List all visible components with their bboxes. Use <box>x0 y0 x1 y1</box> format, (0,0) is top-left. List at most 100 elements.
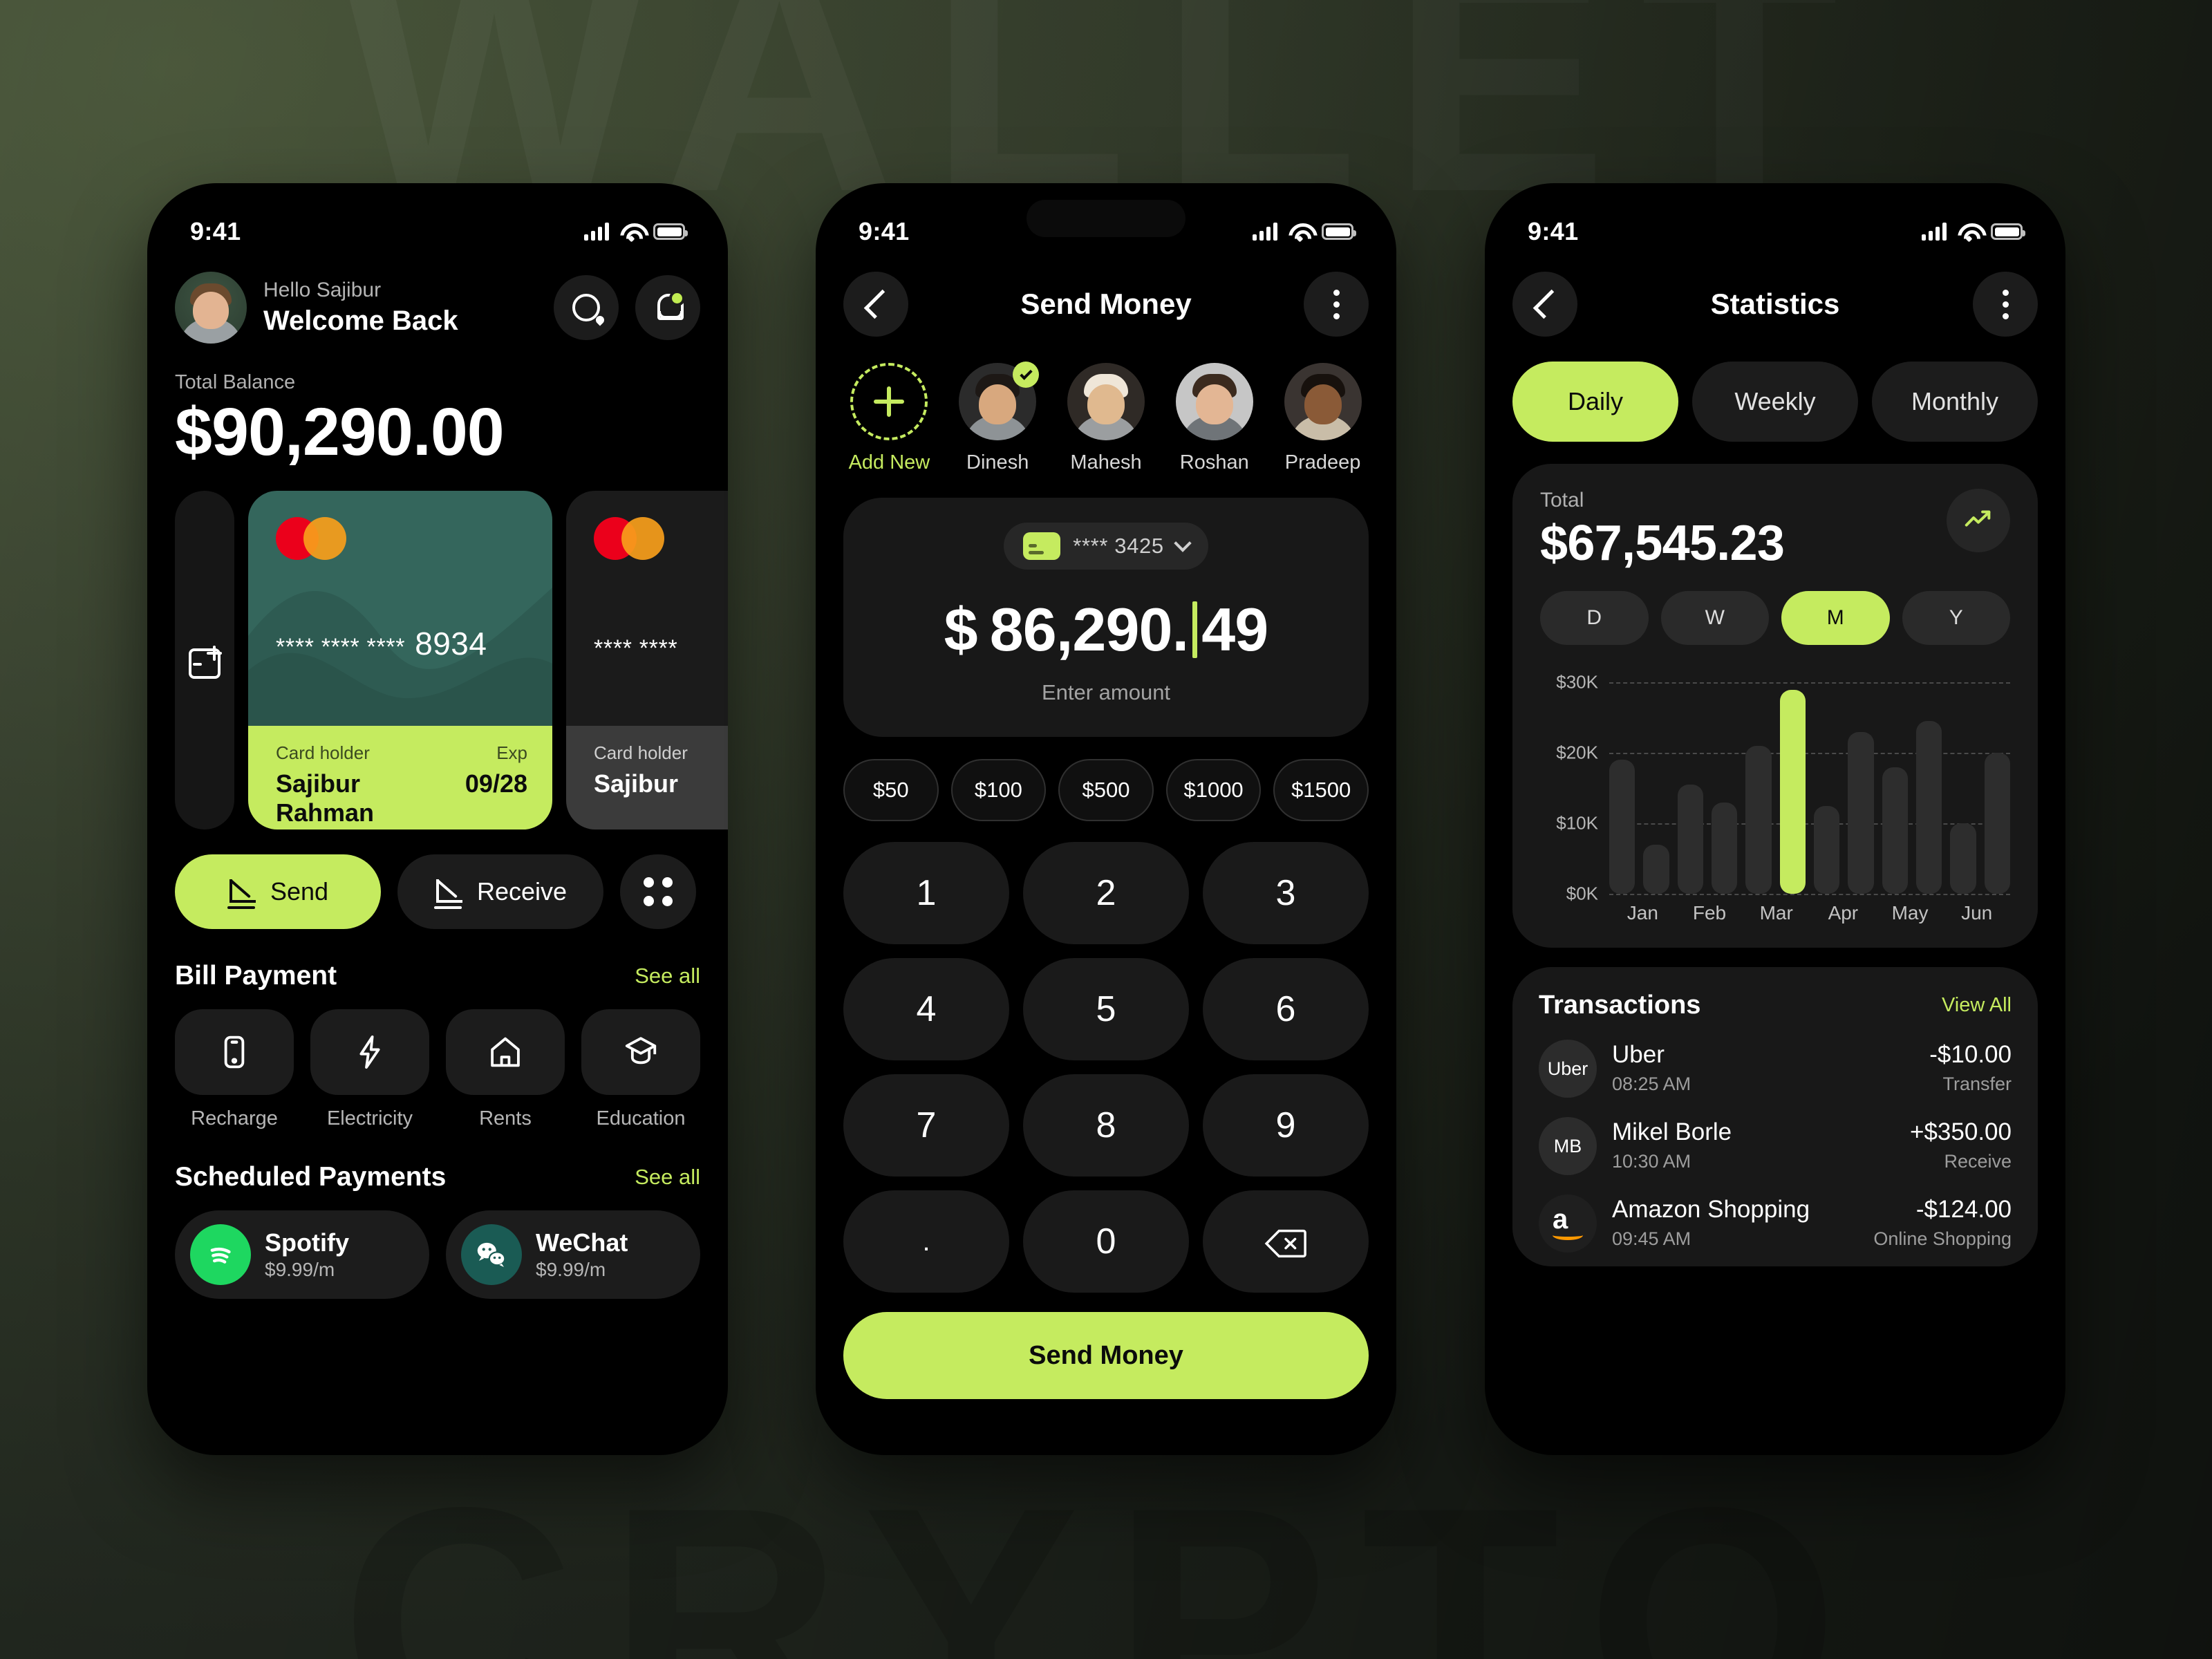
phone-home-screen: 9:41 Hello Sajibur Welcome Back Total Ba… <box>147 183 728 1455</box>
bill-payment-header: Bill Payment See all <box>175 961 700 991</box>
chart-x-tick: Apr <box>1828 902 1859 924</box>
table-row[interactable]: a Amazon Shopping 09:45 AM -$124.00 Onli… <box>1539 1194 2012 1253</box>
chart-bar[interactable] <box>1950 823 1976 894</box>
device-notch <box>1027 200 1185 237</box>
tab-weekly[interactable]: Weekly <box>1692 362 1858 442</box>
notifications-button[interactable] <box>635 275 700 340</box>
chart-bar[interactable] <box>1677 785 1703 894</box>
range-d[interactable]: D <box>1540 591 1649 645</box>
scheduled-item-wechat[interactable]: WeChat $9.99/m <box>446 1210 700 1299</box>
overflow-menu-button[interactable] <box>1304 272 1369 337</box>
send-button[interactable]: Send <box>175 854 381 929</box>
add-card-button[interactable] <box>175 490 234 830</box>
contact-mahesh[interactable]: Mahesh <box>1060 363 1152 474</box>
tab-monthly[interactable]: Monthly <box>1872 362 2038 442</box>
key-decimal[interactable]: . <box>843 1190 1009 1293</box>
navigation-bar: Send Money <box>843 259 1369 337</box>
bill-item-electricity[interactable]: Electricity <box>310 1009 429 1130</box>
account-selector[interactable]: **** 3425 <box>1004 523 1208 570</box>
transaction-amount: -$124.00 <box>1915 1196 2012 1224</box>
key-8[interactable]: 8 <box>1023 1074 1189 1177</box>
bill-item-recharge[interactable]: Recharge <box>175 1009 294 1130</box>
scheduled-item-name: WeChat <box>536 1228 628 1257</box>
transaction-amount-block: +$350.00 Receive <box>1910 1118 2012 1174</box>
bill-payment-see-all[interactable]: See all <box>635 964 700 988</box>
key-9[interactable]: 9 <box>1203 1074 1369 1177</box>
overflow-menu-button[interactable] <box>1973 272 2038 337</box>
card-face-secondary: **** **** <box>566 490 728 726</box>
home-header: Hello Sajibur Welcome Back <box>175 259 700 344</box>
key-4[interactable]: 4 <box>843 958 1009 1060</box>
avatar[interactable] <box>175 272 247 344</box>
table-row[interactable]: Uber Uber 08:25 AM -$10.00 Transfer <box>1539 1040 2012 1098</box>
table-row[interactable]: MB Mikel Borle 10:30 AM +$350.00 Receive <box>1539 1117 2012 1175</box>
key-2[interactable]: 2 <box>1023 842 1189 944</box>
chart-bar[interactable] <box>1813 805 1840 894</box>
key-5[interactable]: 5 <box>1023 958 1189 1060</box>
range-w[interactable]: W <box>1660 591 1769 645</box>
quick-amount-1000[interactable]: $1000 <box>1165 759 1262 821</box>
chart-bar[interactable] <box>1882 767 1908 894</box>
contact-dinesh[interactable]: Dinesh <box>952 362 1044 474</box>
chart-bar[interactable] <box>1779 689 1806 894</box>
quick-amount-100[interactable]: $100 <box>950 759 1047 821</box>
chart-bar[interactable] <box>1848 731 1874 894</box>
receive-button[interactable]: Receive <box>397 854 603 929</box>
transaction-time: 08:25 AM <box>1612 1074 1691 1095</box>
total-block: Total $67,545.23 <box>1540 489 2010 572</box>
scheduled-item-price: $9.99/m <box>265 1258 335 1280</box>
key-3[interactable]: 3 <box>1203 842 1369 944</box>
tab-daily[interactable]: Daily <box>1512 362 1678 442</box>
chart-bar[interactable] <box>1745 746 1772 894</box>
scheduled-item-spotify[interactable]: Spotify $9.99/m <box>175 1210 429 1299</box>
transactions-view-all[interactable]: View All <box>1942 994 2012 1017</box>
scheduled-payments-header: Scheduled Payments See all <box>175 1162 700 1192</box>
contact-pradeep[interactable]: Pradeep <box>1277 363 1369 474</box>
bank-card-secondary[interactable]: **** **** Card holder Sajibur <box>566 490 728 830</box>
chart-bar[interactable] <box>1984 753 2010 894</box>
chart-y-axis: $0K $10K $20K $30K <box>1540 668 1606 904</box>
search-button[interactable] <box>554 275 619 340</box>
send-money-cta-button[interactable]: Send Money <box>843 1312 1369 1399</box>
back-button[interactable] <box>1512 272 1577 337</box>
grid-dots-icon <box>644 877 673 906</box>
range-y[interactable]: Y <box>1902 591 2010 645</box>
transaction-time: 10:30 AM <box>1612 1151 1691 1172</box>
key-backspace[interactable] <box>1203 1190 1369 1293</box>
card-number: **** **** **** 8934 <box>276 625 487 662</box>
chart-bar[interactable] <box>1643 844 1669 894</box>
lightning-bolt-icon <box>351 1033 388 1071</box>
bill-item-rents[interactable]: Rents <box>446 1009 565 1130</box>
chart-bar[interactable] <box>1609 760 1635 894</box>
card-number-last4: 8934 <box>415 625 487 662</box>
phone-statistics-screen: 9:41 Statistics Daily Weekly Monthly Tot… <box>1485 183 2065 1455</box>
key-1[interactable]: 1 <box>843 842 1009 944</box>
range-m[interactable]: M <box>1781 591 1890 645</box>
key-7[interactable]: 7 <box>843 1074 1009 1177</box>
card-carousel[interactable]: **** **** **** 8934 Card holder Exp Saji… <box>175 490 728 830</box>
quick-amount-50[interactable]: $50 <box>843 759 939 821</box>
trend-button[interactable] <box>1947 489 2010 552</box>
more-actions-button[interactable] <box>620 854 696 929</box>
contact-roshan[interactable]: Roshan <box>1168 363 1260 474</box>
chart-bar[interactable] <box>1915 721 1942 894</box>
contact-add-new[interactable]: Add New <box>843 363 935 474</box>
bill-item-education[interactable]: Education <box>581 1009 700 1130</box>
key-0[interactable]: 0 <box>1023 1190 1189 1293</box>
back-button[interactable] <box>843 272 908 337</box>
total-balance-amount: $90,290.00 <box>175 394 505 469</box>
total-balance-label: Total Balance <box>175 371 296 393</box>
quick-amount-1500[interactable]: $1500 <box>1273 759 1369 821</box>
bank-card-primary[interactable]: **** **** **** 8934 Card holder Exp Saji… <box>248 490 552 830</box>
quick-amount-500[interactable]: $500 <box>1058 759 1154 821</box>
trending-up-icon <box>1962 503 1994 538</box>
scheduled-payments-see-all[interactable]: See all <box>635 1165 700 1190</box>
chevron-left-icon <box>1533 289 1563 319</box>
bill-icon-wrap <box>446 1009 565 1095</box>
key-6[interactable]: 6 <box>1203 958 1369 1060</box>
amount-display[interactable]: $ 86,290. 49 <box>843 594 1369 665</box>
chart-bar[interactable] <box>1711 802 1738 894</box>
chart-bars <box>1609 668 2010 894</box>
phone-send-money-screen: 9:41 Send Money Add New Dinesh Mahesh Ro… <box>816 183 1396 1455</box>
transaction-time: 09:45 AM <box>1612 1228 1691 1250</box>
